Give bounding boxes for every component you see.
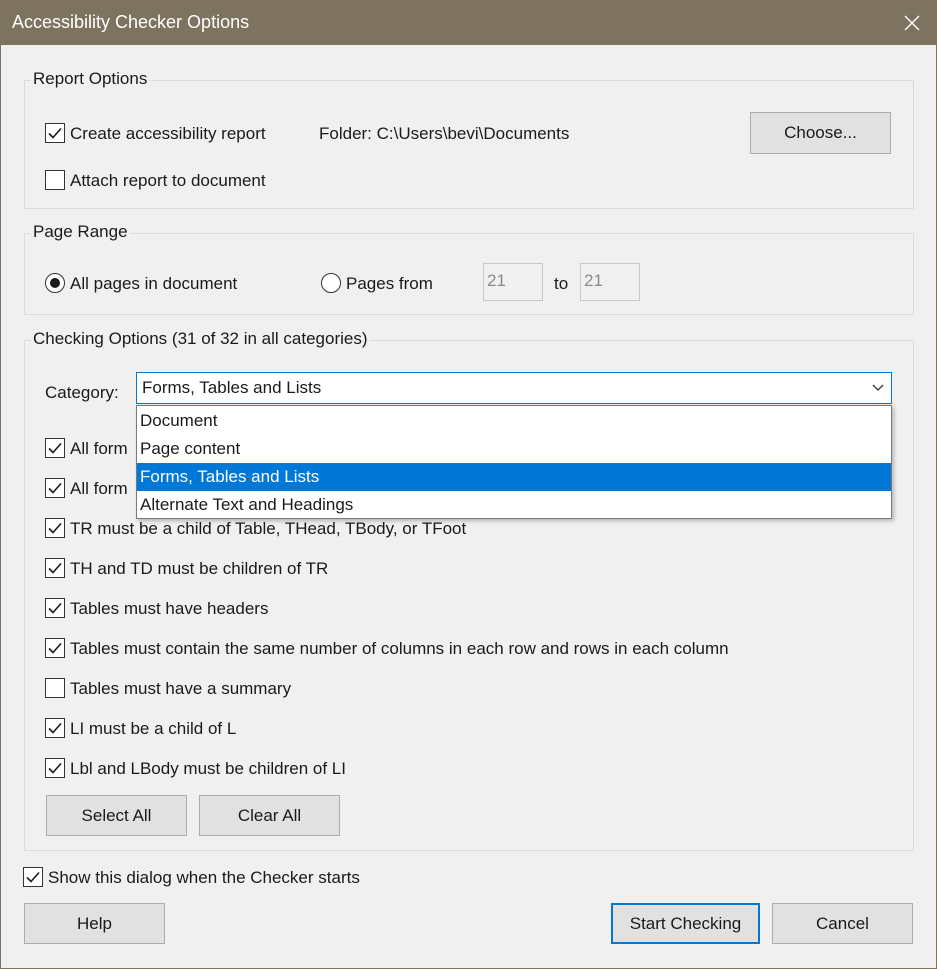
clear-all-label: Clear All	[237, 805, 302, 825]
close-button[interactable]	[887, 0, 937, 45]
option-label[interactable]: Lbl and LBody must be children of LI	[70, 759, 346, 779]
radio-selected-dot	[50, 278, 60, 288]
dropdown-option-document[interactable]: Document	[137, 407, 891, 435]
help-button-label: Help	[77, 913, 112, 933]
category-select[interactable]: Forms, Tables and Lists	[136, 372, 892, 404]
checkmark-icon	[48, 522, 62, 534]
checkmark-icon	[48, 562, 62, 574]
pages-to-input[interactable]: 21	[580, 263, 640, 301]
dropdown-option-page-content[interactable]: Page content	[137, 435, 891, 463]
select-all-label: Select All	[81, 805, 152, 825]
attach-report-label[interactable]: Attach report to document	[70, 171, 266, 191]
checkmark-icon	[48, 642, 62, 654]
checkmark-icon	[48, 482, 62, 494]
dropdown-option-forms-tables-lists[interactable]: Forms, Tables and Lists	[137, 463, 891, 491]
help-button[interactable]: Help	[24, 903, 165, 944]
checkmark-icon	[48, 442, 62, 454]
report-options-legend: Report Options	[31, 69, 150, 89]
show-dialog-checkbox[interactable]	[23, 867, 43, 887]
category-label: Category:	[45, 383, 119, 402]
title-bar: Accessibility Checker Options	[0, 0, 937, 45]
select-all-button[interactable]: Select All	[46, 795, 187, 836]
category-dropdown-list: Document Page content Forms, Tables and …	[136, 405, 892, 519]
option-label[interactable]: Tables must have headers	[70, 599, 268, 619]
option-label[interactable]: Tables must contain the same number of c…	[70, 639, 729, 659]
option-label[interactable]: TH and TD must be children of TR	[70, 559, 328, 579]
cancel-button-label: Cancel	[816, 913, 869, 933]
option-label[interactable]: Tables must have a summary	[70, 679, 291, 699]
show-dialog-label[interactable]: Show this dialog when the Checker starts	[48, 868, 360, 888]
option-checkbox[interactable]	[45, 718, 65, 738]
clear-all-button[interactable]: Clear All	[199, 795, 340, 836]
page-range-legend: Page Range	[31, 222, 130, 242]
option-checkbox[interactable]	[45, 598, 65, 618]
pages-from-radio[interactable]	[321, 273, 341, 293]
chevron-down-icon[interactable]	[865, 373, 891, 403]
close-icon	[904, 15, 920, 30]
all-pages-label[interactable]: All pages in document	[70, 274, 237, 294]
option-label[interactable]: All form	[70, 479, 128, 499]
pages-from-label[interactable]: Pages from	[346, 274, 433, 294]
option-checkbox[interactable]	[45, 638, 65, 658]
option-checkbox[interactable]	[45, 558, 65, 578]
create-report-checkbox[interactable]	[45, 123, 65, 143]
option-label[interactable]: All form	[70, 439, 128, 459]
option-label[interactable]: TR must be a child of Table, THead, TBod…	[70, 519, 466, 539]
to-label: to	[554, 274, 569, 293]
checkmark-icon	[48, 762, 62, 774]
cancel-button[interactable]: Cancel	[772, 903, 913, 944]
start-checking-button[interactable]: Start Checking	[611, 903, 760, 944]
checkmark-icon	[26, 871, 40, 883]
pages-from-input[interactable]: 21	[483, 263, 543, 301]
attach-report-checkbox[interactable]	[45, 170, 65, 190]
checking-options-legend: Checking Options (31 of 32 in all catego…	[31, 329, 370, 349]
option-checkbox[interactable]	[45, 758, 65, 778]
option-checkbox[interactable]	[45, 438, 65, 458]
checkmark-icon	[48, 127, 62, 139]
option-checkbox[interactable]	[45, 478, 65, 498]
category-select-value: Forms, Tables and Lists	[142, 378, 322, 397]
option-checkbox[interactable]	[45, 678, 65, 698]
choose-button[interactable]: Choose...	[750, 112, 891, 154]
folder-path-text: Folder: C:\Users\bevi\Documents	[319, 124, 570, 143]
option-label[interactable]: LI must be a child of L	[70, 719, 236, 739]
all-pages-radio[interactable]	[45, 273, 65, 293]
start-checking-label: Start Checking	[629, 913, 742, 933]
checkmark-icon	[48, 602, 62, 614]
checkmark-icon	[48, 722, 62, 734]
window-title: Accessibility Checker Options	[12, 12, 250, 32]
option-checkbox[interactable]	[45, 518, 65, 538]
choose-button-label: Choose...	[784, 123, 857, 142]
dropdown-option-alternate-text-headings[interactable]: Alternate Text and Headings	[137, 491, 891, 519]
create-report-label[interactable]: Create accessibility report	[70, 124, 266, 144]
